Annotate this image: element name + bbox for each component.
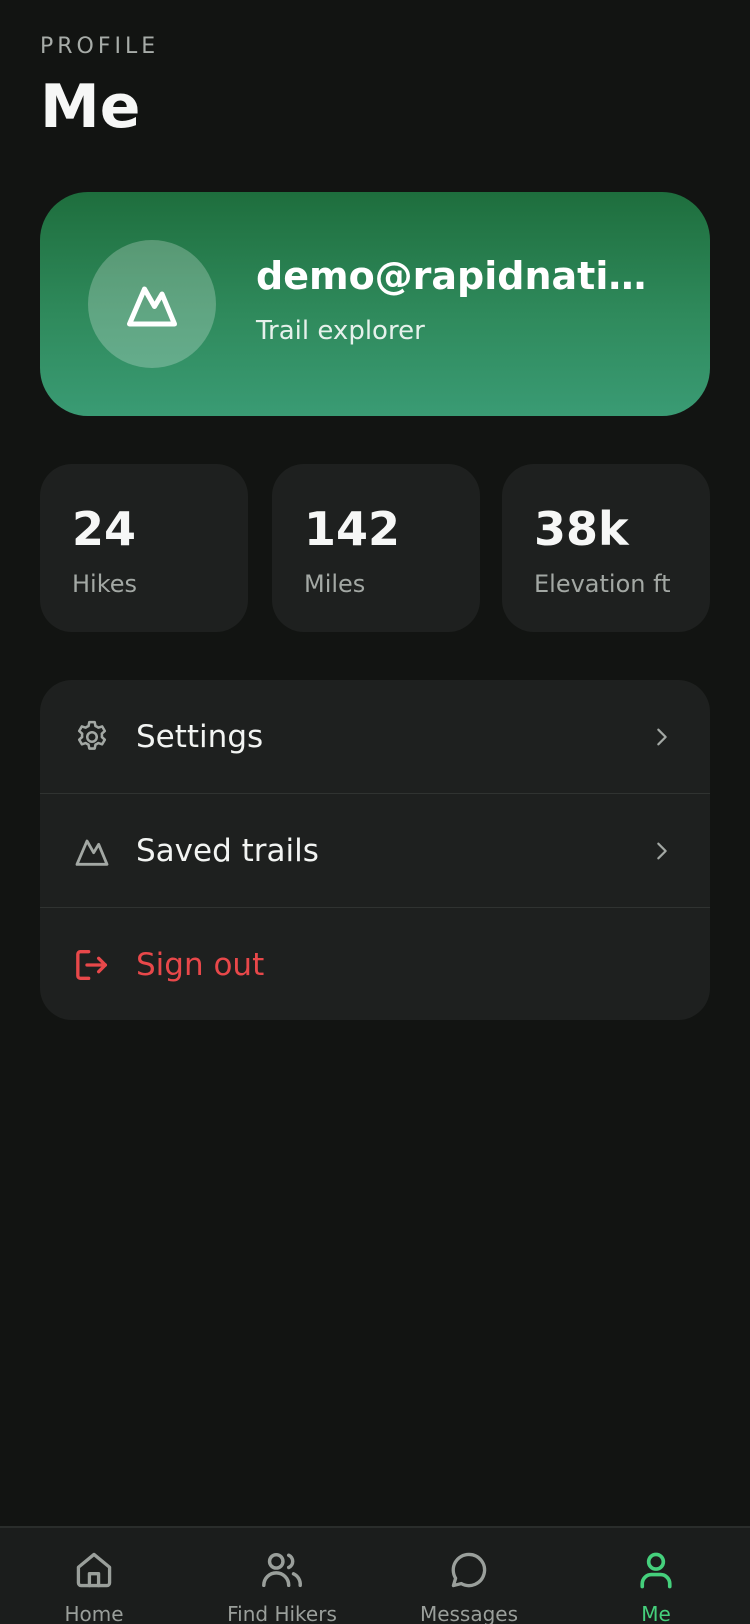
users-icon [258,1546,306,1594]
menu-item-saved-trails[interactable]: Saved trails [40,794,710,907]
menu-item-settings[interactable]: Settings [40,680,710,793]
stat-label: Miles [304,570,366,598]
tab-messages[interactable]: Messages [375,1528,563,1624]
tab-label: Home [64,1602,124,1624]
bottom-tab-bar: Home Find Hikers Messages Me [0,1526,750,1624]
stat-label: Elevation ft [534,570,671,598]
tab-label: Me [641,1602,671,1624]
home-icon [70,1546,118,1594]
tab-find-hikers[interactable]: Find Hikers [188,1528,376,1624]
tab-label: Find Hikers [227,1602,337,1624]
stat-value: 24 [72,502,137,556]
profile-subtitle: Trail explorer [256,316,425,346]
tab-label: Messages [419,1602,519,1624]
user-icon [632,1546,680,1594]
menu-item-sign-out[interactable]: Sign out [40,908,710,1020]
stat-card-elevation: 38k Elevation ft [502,464,710,632]
menu-item-label: Settings [136,718,264,755]
mountain-icon [72,831,112,871]
chat-bubble-icon [445,1546,493,1594]
profile-screen: PROFILE Me demo@rapidnativ... Trail expl… [0,0,750,1624]
stat-value: 142 [304,502,401,556]
section-eyebrow: PROFILE [40,34,160,59]
profile-email: demo@rapidnativ... [256,254,666,298]
stat-value: 38k [534,502,629,556]
chevron-right-icon [650,839,674,863]
stat-label: Hikes [72,570,138,598]
gear-icon [72,717,112,757]
stat-card-hikes: 24 Hikes [40,464,248,632]
stat-card-miles: 142 Miles [272,464,480,632]
sign-out-icon [72,945,112,985]
page-title: Me [40,72,141,142]
chevron-right-icon [650,725,674,749]
menu-item-label: Saved trails [136,832,319,869]
mountain-icon [127,286,177,327]
menu-item-label: Sign out [136,946,265,983]
avatar [88,240,216,368]
profile-card[interactable]: demo@rapidnativ... Trail explorer [40,192,710,416]
tab-home[interactable]: Home [0,1528,188,1624]
tab-me[interactable]: Me [562,1528,750,1624]
menu-list: Settings Saved trails Sign out [40,680,710,1020]
